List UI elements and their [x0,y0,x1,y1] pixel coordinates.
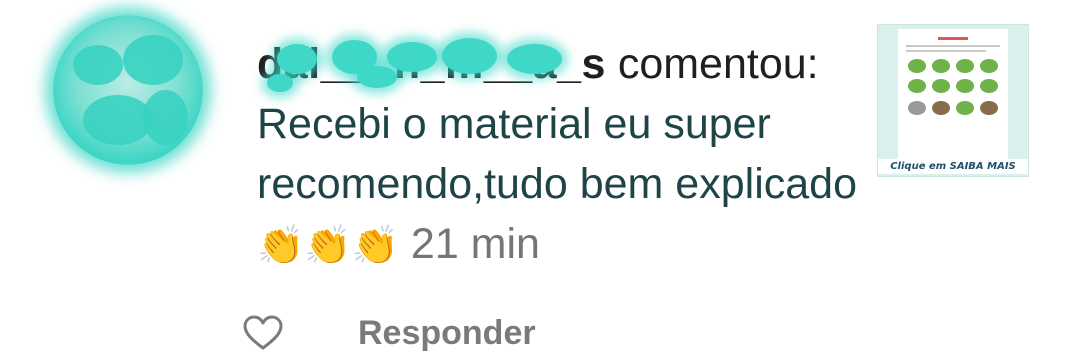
post-thumbnail[interactable]: Clique em SAIBA MAIS [877,24,1029,177]
comment-text: Recebi o material eu super recomendo,tud… [257,100,857,208]
thumbnail-caption: Clique em SAIBA MAIS [878,159,1028,174]
clapping-hands-emoji: 👏👏👏 [257,223,399,267]
comment-body: dal___n_m__a_s comentou: Recebi o materi… [257,34,857,275]
comment-action: comentou: [617,40,819,88]
reply-button[interactable]: Responder [358,314,536,353]
avatar[interactable] [53,15,203,165]
comment-timestamp: 21 min [410,220,540,268]
comment-actions: Responder [243,311,536,355]
thumbnail-page [898,29,1008,171]
heart-outline-icon[interactable] [243,315,283,351]
username-wrap[interactable]: dal___n_m__a_s [257,34,606,94]
